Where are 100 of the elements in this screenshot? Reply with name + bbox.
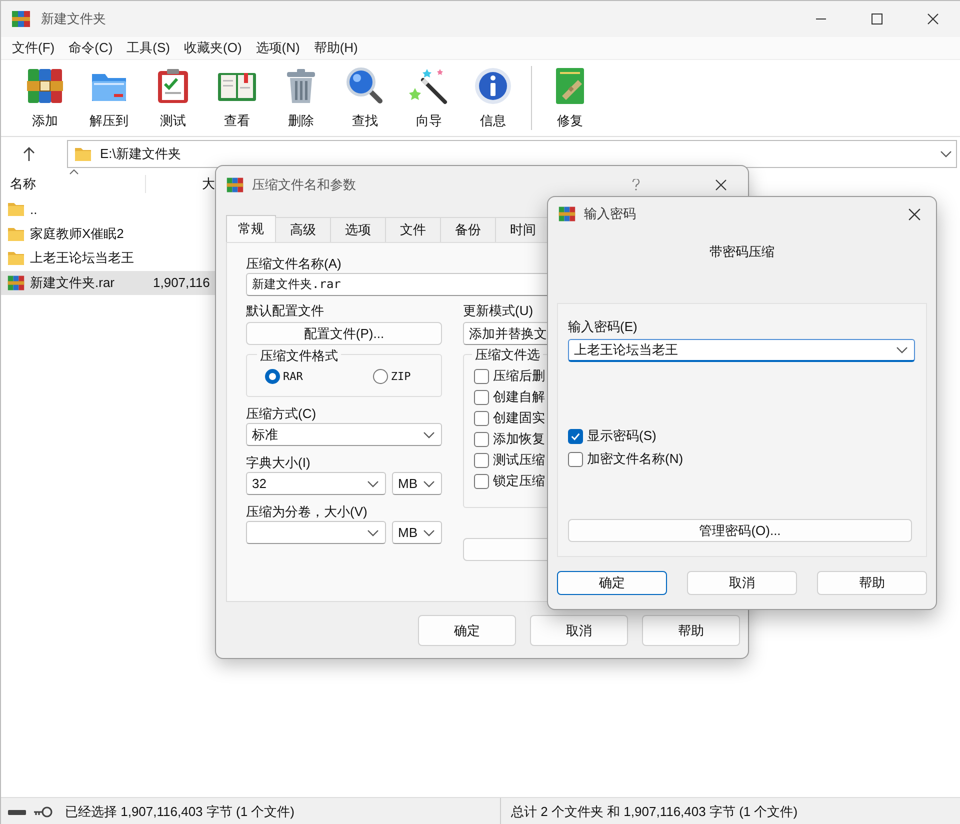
up-arrow-icon (22, 146, 36, 162)
checkbox[interactable] (474, 368, 489, 384)
checkbox-label[interactable]: 锁定压缩 (493, 472, 545, 490)
radio-button[interactable] (372, 369, 388, 384)
file-name: 家庭教师X催眠2 (30, 224, 125, 243)
menu-item[interactable]: 命令(C) (62, 39, 120, 57)
field-label: 压缩方式(C) (246, 406, 316, 421)
app-icon (226, 176, 244, 194)
checkbox-label[interactable]: 添加恢复 (493, 430, 545, 448)
info-icon (473, 66, 513, 106)
toolbar-button[interactable]: 查找 (333, 64, 397, 132)
toolbar-button[interactable]: 修复 (538, 64, 602, 132)
column-header[interactable]: 名称 (1, 175, 146, 193)
dialog-button[interactable]: 帮助 (817, 571, 927, 595)
folder-icon (7, 201, 25, 218)
checkbox[interactable] (474, 474, 489, 488)
file-row[interactable]: 上老王论坛当老王 (1, 246, 216, 270)
toolbar-button[interactable]: 添加 (13, 64, 77, 132)
chevron-down-icon (896, 346, 908, 354)
radio-label[interactable]: RAR (283, 370, 303, 383)
checkbox[interactable] (474, 390, 489, 404)
chevron-down-icon (423, 430, 435, 438)
menu-item[interactable]: 工具(S) (120, 39, 177, 57)
dropdown[interactable]: 标准 (246, 423, 442, 446)
toolbar-button[interactable]: 删除 (269, 64, 333, 132)
radio-button[interactable] (265, 369, 280, 384)
chevron-down-icon (423, 480, 435, 488)
dialog-heading: 带密码压缩 (710, 244, 774, 259)
checkbox[interactable] (568, 452, 583, 466)
menu-item[interactable]: 收藏夹(O) (177, 39, 249, 57)
toolbar-button[interactable]: 向导 (397, 64, 461, 132)
window-title: 新建文件夹 (41, 10, 107, 28)
field-label: 压缩文件名称(A) (246, 255, 342, 273)
close-icon[interactable] (927, 13, 939, 25)
checkbox[interactable] (568, 428, 583, 444)
field-label: 字典大小(I) (246, 455, 310, 470)
sort-caret-icon (69, 169, 79, 175)
toolbar-button[interactable]: 信息 (461, 64, 525, 132)
app-icon (11, 9, 31, 29)
dialog-button[interactable]: 帮助 (642, 615, 740, 646)
books-icon (25, 66, 65, 106)
dialog-title: 压缩文件名和参数 (252, 176, 357, 194)
toolbar-button[interactable]: 解压到 (77, 64, 141, 132)
status-text: 总计 2 个文件夹 和 1,907,116,403 字节 (1 个文件) (511, 804, 798, 818)
column-header[interactable]: 大 (146, 175, 215, 193)
dropdown[interactable]: 32 (246, 472, 386, 495)
dropdown[interactable]: MB (392, 472, 442, 495)
manage-passwords-button[interactable]: 管理密码(O)... (568, 519, 912, 542)
close-icon[interactable] (715, 179, 727, 191)
group-label: 压缩文件选 (472, 346, 543, 364)
file-name: 上老王论坛当老王 (30, 249, 135, 268)
checkbox-label[interactable]: 压缩后删 (493, 367, 545, 385)
checkbox[interactable] (474, 452, 489, 468)
toolbar-button[interactable]: 查看 (205, 64, 269, 132)
file-name: 新建文件夹.rar (30, 274, 116, 292)
file-name: .. (30, 202, 38, 217)
file-size: 1,907,116 (153, 275, 210, 290)
dialog-title: 输入密码 (584, 205, 637, 223)
field-label: 默认配置文件 (246, 302, 325, 320)
chevron-down-icon (367, 528, 379, 536)
group-label: 压缩文件格式 (257, 347, 341, 365)
file-row[interactable]: 新建文件夹.rar 1,907,116 (1, 270, 216, 295)
dialog-button[interactable]: 取消 (530, 615, 628, 646)
checkbox-label[interactable]: 创建自解 (493, 388, 545, 406)
dropdown[interactable]: MB (392, 521, 442, 544)
profile-button[interactable]: 配置文件(P)... (246, 322, 442, 345)
checkbox-label[interactable]: 加密文件名称(N) (587, 450, 684, 468)
checkbox-label[interactable]: 显示密码(S) (587, 427, 656, 445)
checkbox[interactable] (474, 432, 489, 446)
chevron-down-icon (423, 528, 435, 536)
tab[interactable]: 常规 (226, 215, 276, 242)
radio-label[interactable]: ZIP (390, 370, 411, 383)
checkbox-label[interactable]: 创建固实 (493, 409, 545, 427)
help-icon[interactable] (632, 179, 640, 191)
search-icon (345, 66, 385, 106)
check-icon (570, 430, 581, 442)
dropdown[interactable] (246, 521, 386, 544)
app-icon (7, 274, 25, 292)
dialog-button[interactable]: 取消 (687, 571, 797, 595)
app-icon (558, 205, 576, 223)
menu-item[interactable]: 文件(F) (5, 39, 62, 57)
key-icon (33, 806, 53, 818)
file-row[interactable]: .. (1, 197, 216, 222)
dialog-button[interactable]: 确定 (418, 615, 516, 646)
menu-item[interactable]: 选项(N) (248, 39, 307, 57)
folder-icon (7, 226, 25, 242)
field-label: 更新模式(U) (463, 302, 534, 320)
dialog-button[interactable]: 确定 (557, 571, 667, 595)
close-icon[interactable] (908, 208, 920, 220)
checkbox-label[interactable]: 测试压缩 (493, 451, 545, 469)
tab[interactable]: 高级 (275, 217, 331, 242)
maximize-icon[interactable] (871, 13, 883, 25)
chevron-down-icon (940, 150, 952, 158)
password-field[interactable]: 上老王论坛当老王 (568, 339, 915, 362)
status-text: 已经选择 1,907,116,403 字节 (1 个文件) (65, 802, 295, 820)
file-row[interactable]: 家庭教师X催眠2 (1, 222, 216, 246)
folder-icon (74, 146, 92, 162)
toolbar-button[interactable]: 测试 (141, 64, 205, 132)
menu-item[interactable]: 帮助(H) (306, 39, 365, 57)
checkbox[interactable] (474, 410, 489, 426)
